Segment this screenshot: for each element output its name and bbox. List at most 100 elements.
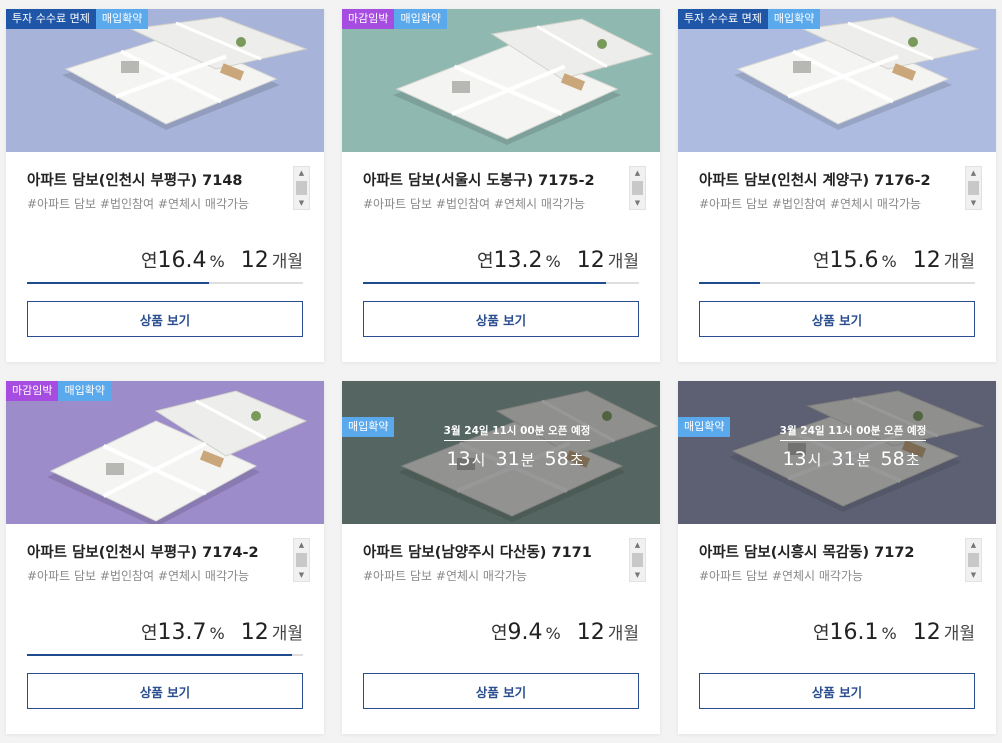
funding-progress-fill [699, 282, 760, 284]
product-card[interactable]: 마감임박 매입확약 아파트 담보(서울시 도봉구) 7175-2 #아파트 담보… [342, 9, 660, 362]
view-product-button[interactable]: 상품 보기 [363, 673, 639, 709]
rate-prefix: 연 [140, 623, 158, 644]
floorplan-plant [251, 411, 261, 421]
funding-progress-bar [27, 282, 303, 284]
tag-purchase-commitment: 매입확약 [95, 9, 149, 29]
floorplan-furniture [452, 81, 470, 93]
open-date-label: 3월 24일 11시 00분 오픈 예정 [779, 423, 927, 441]
product-title: 아파트 담보(시흥시 목감동) 7172 [699, 545, 915, 561]
open-schedule: 3월 24일 11시 00분 오픈 예정 13시 31분 58초 [770, 419, 936, 470]
tag-group: 매입확약 [342, 417, 395, 437]
view-product-button[interactable]: 상품 보기 [699, 301, 975, 337]
product-thumbnail[interactable]: 투자 수수료 면제 매입확약 [678, 9, 996, 152]
description-scrollbar[interactable]: ▲ ▼ [293, 166, 310, 210]
tag-purchase-commitment: 매입확약 [342, 417, 395, 437]
scroll-up-arrow-icon[interactable]: ▲ [966, 167, 981, 179]
rate-term-row: 연 16.1 % 12 개월 [813, 619, 975, 645]
funding-progress-bar [699, 282, 975, 284]
term-unit: 개월 [271, 624, 303, 644]
description-scrollbar[interactable]: ▲ ▼ [965, 166, 982, 210]
countdown-hours: 13 [782, 448, 807, 470]
product-title: 아파트 담보(남양주시 다산동) 7171 [363, 545, 592, 561]
product-hashtags: #아파트 담보 #연체시 매각가능 [699, 569, 864, 583]
scroll-up-arrow-icon[interactable]: ▲ [630, 539, 645, 551]
rate-unit: % [545, 624, 561, 643]
scroll-thumb[interactable] [632, 553, 643, 567]
scroll-up-arrow-icon[interactable]: ▲ [630, 167, 645, 179]
product-thumbnail[interactable]: 마감임박 매입확약 [342, 9, 660, 152]
tag-closing-soon: 마감임박 [342, 9, 395, 29]
tag-closing-soon: 마감임박 [6, 381, 59, 401]
term-months: 12 [576, 620, 605, 645]
open-schedule: 3월 24일 11시 00분 오픈 예정 13시 31분 58초 [434, 419, 600, 470]
open-date-label: 3월 24일 11시 00분 오픈 예정 [443, 423, 591, 441]
annual-rate: 16.1 [829, 620, 879, 645]
countdown-minutes: 31 [495, 448, 520, 470]
funding-progress-fill [363, 282, 606, 284]
floorplan-image [47, 390, 308, 524]
funding-progress-fill [27, 654, 292, 656]
scroll-thumb[interactable] [968, 181, 979, 195]
view-product-button[interactable]: 상품 보기 [699, 673, 975, 709]
countdown-minutes-unit: 분 [520, 451, 535, 469]
countdown-seconds: 58 [880, 448, 905, 470]
term-unit: 개월 [607, 624, 639, 644]
floorplan-image [734, 16, 980, 130]
countdown-hours: 13 [446, 448, 471, 470]
scroll-down-arrow-icon[interactable]: ▼ [294, 569, 309, 581]
view-product-button[interactable]: 상품 보기 [363, 301, 639, 337]
scroll-up-arrow-icon[interactable]: ▲ [294, 167, 309, 179]
term-months: 12 [240, 620, 269, 645]
description-scrollbar[interactable]: ▲ ▼ [965, 538, 982, 582]
scroll-down-arrow-icon[interactable]: ▼ [630, 569, 645, 581]
countdown-timer: 13시 31분 58초 [770, 448, 936, 470]
product-card[interactable]: 마감임박 매입확약 아파트 담보(인천시 부평구) 7174-2 #아파트 담보… [6, 381, 324, 734]
scroll-down-arrow-icon[interactable]: ▼ [966, 197, 981, 209]
tag-group: 투자 수수료 면제 매입확약 [678, 9, 821, 29]
product-card[interactable]: 투자 수수료 면제 매입확약 아파트 담보(인천시 부평구) 7148 #아파트… [6, 9, 324, 362]
product-card[interactable]: 매입확약 3월 24일 11시 00분 오픈 예정 13시 31분 58초 아파… [678, 381, 996, 734]
product-hashtags: #아파트 담보 #법인참여 #연체시 매각가능 [27, 569, 250, 583]
tag-group: 마감임박 매입확약 [6, 381, 111, 401]
product-hashtags: #아파트 담보 #법인참여 #연체시 매각가능 [363, 197, 586, 211]
scroll-down-arrow-icon[interactable]: ▼ [966, 569, 981, 581]
product-title: 아파트 담보(인천시 계양구) 7176-2 [699, 173, 931, 189]
scroll-up-arrow-icon[interactable]: ▲ [294, 539, 309, 551]
scroll-thumb[interactable] [968, 553, 979, 567]
scroll-thumb[interactable] [632, 181, 643, 195]
product-hashtags: #아파트 담보 #연체시 매각가능 [363, 569, 528, 583]
product-hashtags: #아파트 담보 #법인참여 #연체시 매각가능 [27, 197, 250, 211]
product-card[interactable]: 매입확약 3월 24일 11시 00분 오픈 예정 13시 31분 58초 아파… [342, 381, 660, 734]
scroll-down-arrow-icon[interactable]: ▼ [294, 197, 309, 209]
floorplan-furniture [121, 61, 139, 73]
scroll-thumb[interactable] [296, 181, 307, 195]
rate-unit: % [881, 252, 897, 271]
view-product-button[interactable]: 상품 보기 [27, 673, 303, 709]
view-product-button[interactable]: 상품 보기 [27, 301, 303, 337]
countdown-hours-unit: 시 [807, 451, 822, 469]
description-scrollbar[interactable]: ▲ ▼ [293, 538, 310, 582]
tag-purchase-commitment: 매입확약 [394, 9, 447, 29]
tag-fee-waiver: 투자 수수료 면제 [6, 9, 96, 29]
funding-progress-fill [27, 282, 210, 284]
product-thumbnail[interactable]: 매입확약 3월 24일 11시 00분 오픈 예정 13시 31분 58초 [678, 381, 996, 524]
tag-group: 투자 수수료 면제 매입확약 [6, 9, 149, 29]
product-thumbnail[interactable]: 마감임박 매입확약 [6, 381, 324, 524]
product-card[interactable]: 투자 수수료 면제 매입확약 아파트 담보(인천시 계양구) 7176-2 #아… [678, 9, 996, 362]
scroll-up-arrow-icon[interactable]: ▲ [966, 539, 981, 551]
rate-unit: % [209, 624, 225, 643]
scroll-down-arrow-icon[interactable]: ▼ [630, 197, 645, 209]
description-scrollbar[interactable]: ▲ ▼ [629, 166, 646, 210]
countdown-seconds-unit: 초 [905, 451, 920, 469]
scroll-thumb[interactable] [296, 553, 307, 567]
countdown-timer: 13시 31분 58초 [434, 448, 600, 470]
rate-prefix: 연 [812, 251, 830, 272]
description-scrollbar[interactable]: ▲ ▼ [629, 538, 646, 582]
floorplan-furniture [793, 61, 811, 73]
product-thumbnail[interactable]: 투자 수수료 면제 매입확약 [6, 9, 324, 152]
product-thumbnail[interactable]: 매입확약 3월 24일 11시 00분 오픈 예정 13시 31분 58초 [342, 381, 660, 524]
rate-prefix: 연 [812, 623, 830, 644]
term-unit: 개월 [943, 624, 975, 644]
product-hashtags: #아파트 담보 #법인참여 #연체시 매각가능 [699, 197, 922, 211]
floorplan-plant [236, 37, 246, 47]
